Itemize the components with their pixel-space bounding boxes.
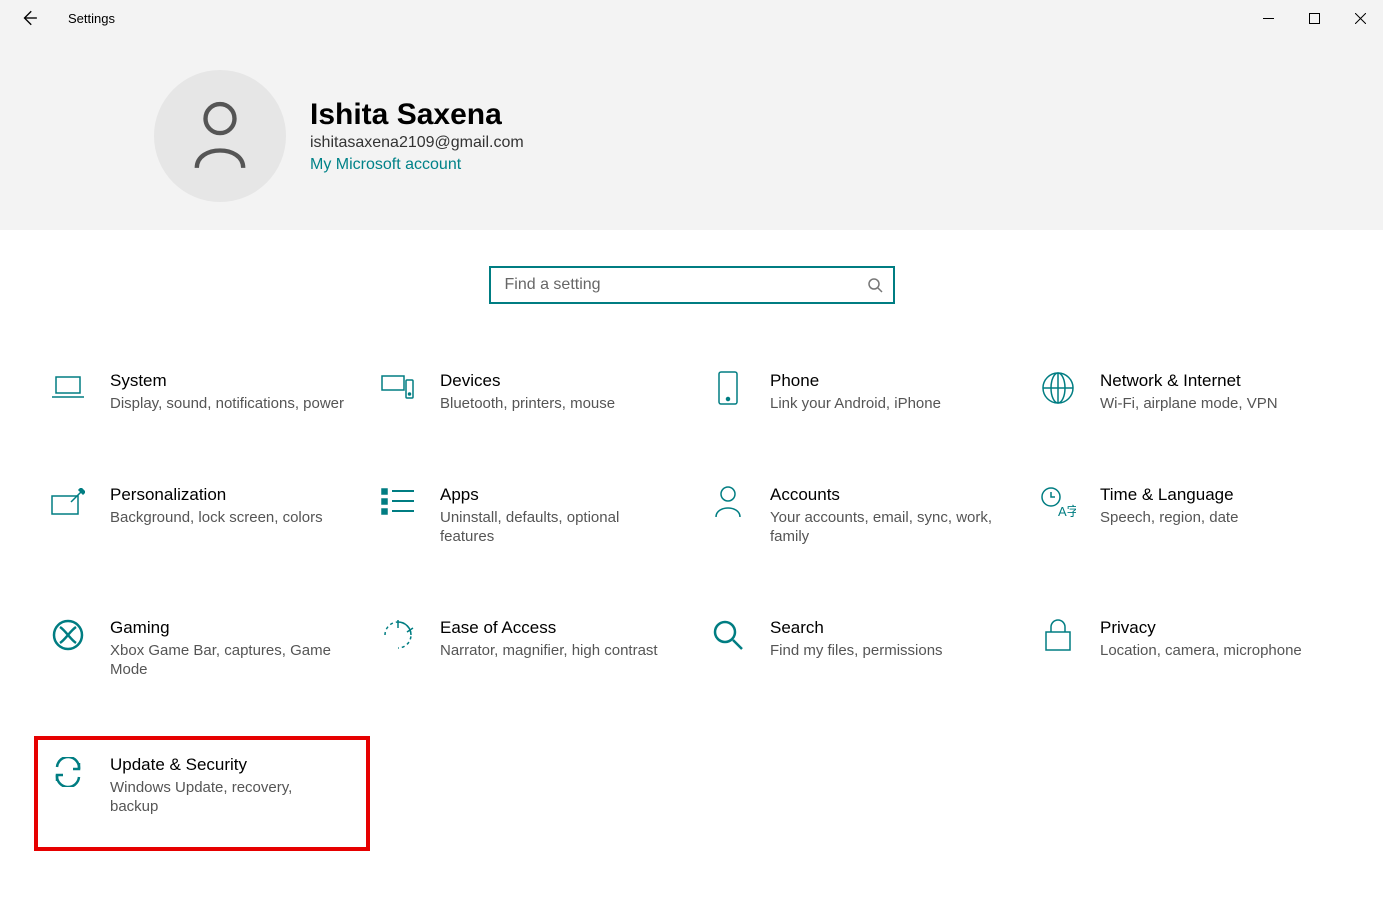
account-header: Ishita Saxena ishitasaxena2109@gmail.com… [0, 36, 1383, 230]
svg-text:A字: A字 [1058, 504, 1076, 518]
paint-icon [50, 484, 86, 520]
category-privacy[interactable]: Privacy Location, camera, microphone [1040, 611, 1360, 686]
app-title: Settings [68, 11, 115, 26]
user-name: Ishita Saxena [310, 98, 524, 132]
lock-icon [1040, 617, 1076, 653]
category-subtitle: Uninstall, defaults, optional features [440, 508, 676, 547]
category-system[interactable]: System Display, sound, notifications, po… [50, 364, 370, 420]
category-title: Update & Security [110, 754, 342, 776]
category-title: Phone [770, 370, 1006, 392]
category-title: Devices [440, 370, 676, 392]
xbox-icon [50, 617, 86, 653]
close-button[interactable] [1337, 0, 1383, 36]
category-search[interactable]: Search Find my files, permissions [710, 611, 1030, 686]
category-title: Personalization [110, 484, 346, 506]
category-network[interactable]: Network & Internet Wi-Fi, airplane mode,… [1040, 364, 1360, 420]
accessibility-icon [380, 617, 416, 653]
category-apps[interactable]: Apps Uninstall, defaults, optional featu… [380, 478, 700, 553]
category-subtitle: Windows Update, recovery, backup [110, 778, 342, 817]
category-update-security[interactable]: Update & Security Windows Update, recove… [34, 736, 370, 851]
category-title: Privacy [1100, 617, 1336, 639]
category-subtitle: Your accounts, email, sync, work, family [770, 508, 1006, 547]
category-title: Gaming [110, 617, 346, 639]
search-icon [867, 277, 883, 293]
search-input[interactable] [503, 275, 867, 295]
category-subtitle: Narrator, magnifier, high contrast [440, 641, 676, 661]
devices-icon [380, 370, 416, 406]
apps-list-icon [380, 484, 416, 520]
avatar[interactable] [154, 70, 286, 202]
maximize-button[interactable] [1291, 0, 1337, 36]
category-subtitle: Bluetooth, printers, mouse [440, 394, 676, 414]
category-title: Accounts [770, 484, 1006, 506]
category-subtitle: Wi-Fi, airplane mode, VPN [1100, 394, 1336, 414]
category-title: Search [770, 617, 1006, 639]
time-language-icon: A字 [1040, 484, 1076, 520]
globe-icon [1040, 370, 1076, 406]
category-accounts[interactable]: Accounts Your accounts, email, sync, wor… [710, 478, 1030, 553]
category-title: Network & Internet [1100, 370, 1336, 392]
user-email: ishitasaxena2109@gmail.com [310, 134, 524, 152]
category-subtitle: Location, camera, microphone [1100, 641, 1336, 661]
laptop-icon [50, 370, 86, 406]
sync-icon [50, 754, 86, 790]
category-phone[interactable]: Phone Link your Android, iPhone [710, 364, 1030, 420]
category-subtitle: Link your Android, iPhone [770, 394, 1006, 414]
category-subtitle: Find my files, permissions [770, 641, 1006, 661]
category-time-language[interactable]: A字 Time & Language Speech, region, date [1040, 478, 1360, 553]
magnifier-icon [710, 617, 746, 653]
search-box[interactable] [489, 266, 895, 304]
category-personalization[interactable]: Personalization Background, lock screen,… [50, 478, 370, 553]
back-button[interactable] [20, 9, 38, 27]
category-gaming[interactable]: Gaming Xbox Game Bar, captures, Game Mod… [50, 611, 370, 686]
category-title: Apps [440, 484, 676, 506]
category-title: System [110, 370, 346, 392]
category-subtitle: Xbox Game Bar, captures, Game Mode [110, 641, 346, 680]
person-icon [191, 100, 249, 172]
settings-categories: System Display, sound, notifications, po… [0, 314, 1383, 851]
microsoft-account-link[interactable]: My Microsoft account [310, 156, 524, 174]
minimize-button[interactable] [1245, 0, 1291, 36]
category-title: Time & Language [1100, 484, 1336, 506]
category-devices[interactable]: Devices Bluetooth, printers, mouse [380, 364, 700, 420]
category-ease-of-access[interactable]: Ease of Access Narrator, magnifier, high… [380, 611, 700, 686]
category-subtitle: Background, lock screen, colors [110, 508, 346, 528]
titlebar: Settings [0, 0, 1383, 36]
person-icon [710, 484, 746, 520]
category-subtitle: Speech, region, date [1100, 508, 1336, 528]
category-title: Ease of Access [440, 617, 676, 639]
phone-icon [710, 370, 746, 406]
category-subtitle: Display, sound, notifications, power [110, 394, 346, 414]
